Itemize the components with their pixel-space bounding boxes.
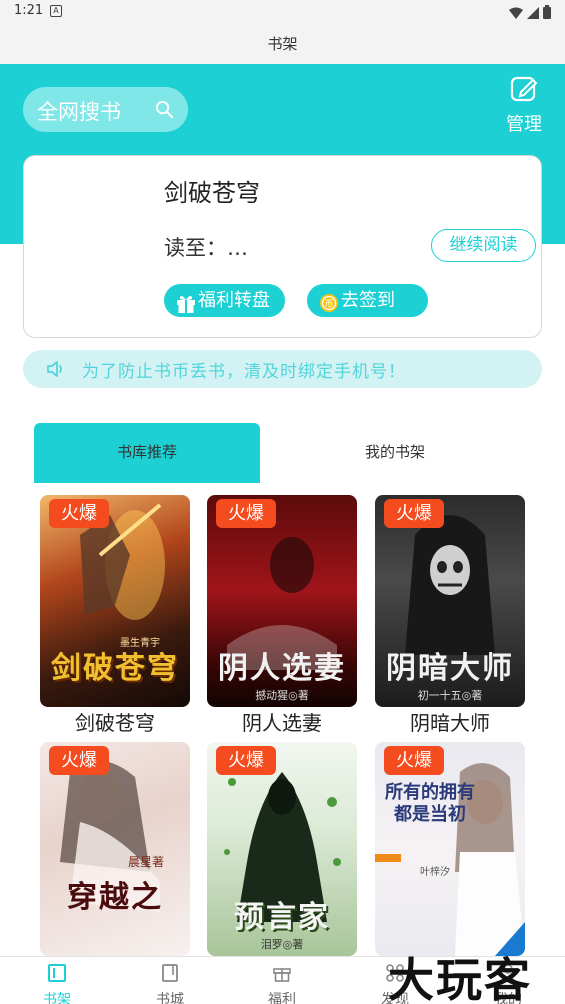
book-card[interactable]: 火爆 剑破苍穹 墨生青宇 剑破苍穹 — [40, 495, 190, 735]
page-title: 书架 — [267, 35, 298, 53]
nav-bookstore[interactable]: 书城 — [130, 957, 210, 1004]
wifi-icon — [509, 4, 523, 23]
book-card[interactable]: 火爆 所有的拥有都是当初 叶梓汐 — [375, 742, 525, 956]
current-book-title: 剑破苍穹 — [164, 179, 260, 207]
manage-label: 管理 — [506, 114, 542, 135]
welfare-wheel-button[interactable]: 福利转盘 — [164, 284, 285, 317]
cover-title: 阴暗大师 — [386, 651, 514, 686]
hot-badge: 火爆 — [384, 499, 444, 528]
status-icons — [509, 4, 551, 23]
watermark: 大玩客 — [388, 953, 532, 1004]
cover-author: 晨星著 — [127, 855, 164, 869]
book-icon — [130, 963, 210, 987]
book-title: 阴暗大师 — [410, 711, 490, 735]
hot-badge: 火爆 — [216, 499, 276, 528]
nav-label: 书架 — [43, 992, 71, 1004]
read-progress: 读至：… — [164, 236, 248, 260]
cover-title: 阴人选妻 — [218, 651, 346, 686]
search-box[interactable]: 全网搜书 — [23, 87, 188, 132]
tab-my-shelf[interactable]: 我的书架 — [282, 423, 508, 483]
cover-author: 叶梓汐 — [420, 867, 450, 878]
nav-label: 书城 — [156, 992, 184, 1004]
hot-badge: 火爆 — [49, 499, 109, 528]
cover-author: 初一十五◎著 — [417, 689, 483, 702]
welfare-wheel-label: 福利转盘 — [198, 290, 270, 311]
cover-author: 撼动猩◎著 — [255, 689, 309, 702]
cover-title: 所有的拥有都是当初 — [385, 782, 475, 825]
book-cover: 火爆 阴暗大师 初一十五◎著 — [375, 495, 525, 707]
sign-in-label: 去签到 — [341, 290, 395, 311]
status-bar: 1:21 A — [0, 0, 565, 24]
cover-title: 预言家 — [234, 900, 330, 935]
cover-title: 穿越之 — [67, 880, 163, 915]
notice-bar[interactable]: 为了防止书币丢书，清及时绑定手机号！ — [23, 350, 542, 388]
title-bar: 书架 — [0, 24, 565, 64]
speaker-icon — [45, 359, 65, 383]
book-cover: 火爆 穿越之 晨星著 — [40, 742, 190, 956]
book-cover: 火爆 预言家 泪罗◎著 — [207, 742, 357, 956]
book-card[interactable]: 火爆 阴人选妻 撼动猩◎著 阴人选妻 — [207, 495, 357, 735]
cover-author: 墨生青宇 — [120, 638, 160, 649]
search-label: 全网搜书 — [37, 100, 121, 124]
hot-badge: 火爆 — [216, 746, 276, 775]
battery-icon — [543, 4, 551, 23]
signal-icon — [527, 4, 539, 23]
app-screen: { "status_bar": {"time": "1:21", "notif_… — [0, 0, 565, 1004]
book-card[interactable]: 火爆 穿越之 晨星著 — [40, 742, 190, 956]
sign-in-button[interactable]: 币 去签到 — [307, 284, 428, 317]
book-title: 阴人选妻 — [242, 711, 322, 735]
hot-badge: 火爆 — [49, 746, 109, 775]
nav-bookshelf[interactable]: 书架 — [17, 957, 97, 1004]
book-cover: 火爆 剑破苍穹 墨生青宇 — [40, 495, 190, 707]
notification-icon: A — [50, 5, 62, 17]
coin-icon: 币 — [319, 291, 339, 324]
gift-icon — [176, 291, 196, 324]
svg-text:币: 币 — [324, 299, 333, 310]
status-time: 1:21 — [14, 3, 44, 18]
cover-author: 泪罗◎著 — [260, 938, 304, 951]
book-cover: 火爆 阴人选妻 撼动猩◎著 — [207, 495, 357, 707]
manage-button[interactable]: 管理 — [500, 74, 548, 136]
edit-icon — [500, 74, 548, 108]
tab-library-recommend[interactable]: 书库推荐 — [34, 423, 260, 483]
continue-reading-button[interactable]: 继续阅读 — [431, 229, 536, 262]
book-cover: 火爆 所有的拥有都是当初 叶梓汐 — [375, 742, 525, 956]
hot-badge: 火爆 — [384, 746, 444, 775]
nav-label: 福利 — [268, 992, 296, 1004]
reading-card: 剑破苍穹 读至：… 继续阅读 福利转盘 币 去签到 — [23, 155, 542, 338]
book-card[interactable]: 火爆 阴暗大师 初一十五◎著 阴暗大师 — [375, 495, 525, 735]
book-title: 剑破苍穹 — [75, 711, 155, 735]
bookshelf-icon — [17, 963, 97, 987]
gift-icon — [242, 963, 322, 987]
notice-text: 为了防止书币丢书，清及时绑定手机号！ — [82, 362, 406, 382]
book-card[interactable]: 火爆 预言家 泪罗◎著 — [207, 742, 357, 956]
cover-title: 剑破苍穹 — [51, 651, 179, 686]
search-icon — [155, 100, 174, 123]
nav-welfare[interactable]: 福利 — [242, 957, 322, 1004]
